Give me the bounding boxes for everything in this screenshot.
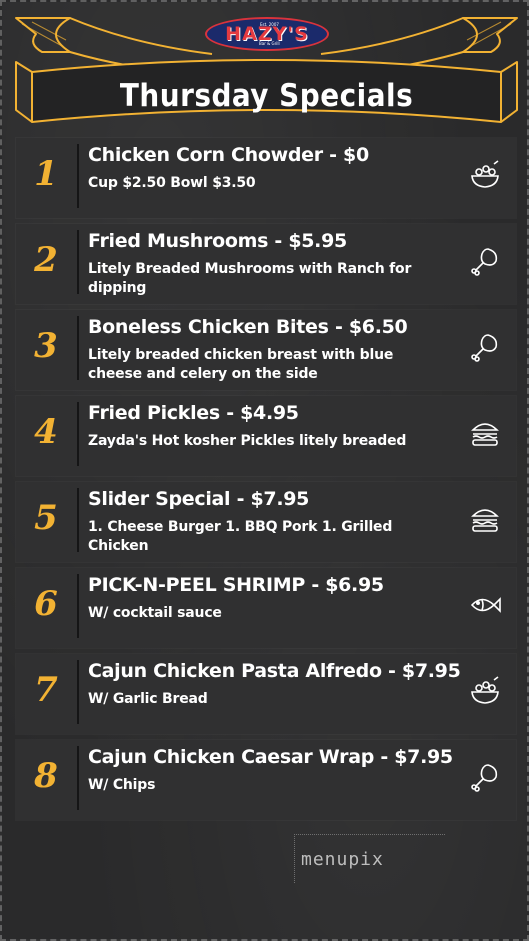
chicken-leg-icon	[468, 330, 502, 364]
item-description: Litely breaded chicken breast with blue …	[88, 347, 394, 382]
item-divider	[77, 660, 79, 724]
menu-item: 3 Boneless Chicken Bites - $6.50 Litely br…	[16, 310, 516, 390]
item-divider	[77, 316, 79, 380]
item-number: 5	[34, 498, 58, 538]
item-number: 3	[34, 326, 58, 366]
item-description: Litely Breaded Mushrooms with Ranch for …	[88, 261, 412, 296]
chicken-leg-icon	[468, 244, 502, 278]
hazys-logo: Est. 2007 HAZY'S Bar & Grill	[205, 17, 329, 51]
fish-icon	[468, 588, 502, 622]
item-description: W/ Chips	[88, 777, 156, 793]
item-title: Boneless Chicken Bites - $6.50	[88, 316, 408, 338]
logo-est-text: Est. 2007	[260, 22, 279, 27]
item-title: Fried Pickles - $4.95	[88, 402, 299, 424]
burger-icon	[468, 416, 502, 450]
menu-item: 2 Fried Mushrooms - $5.95 Litely Breaded M…	[16, 224, 516, 304]
item-title: Slider Special - $7.95	[88, 488, 310, 510]
menu-item: 7 Cajun Chicken Pasta Alfredo - $7.95 W/ G…	[16, 654, 516, 734]
menu-item: 8 Cajun Chicken Caesar Wrap - $7.95 W/ Chi…	[16, 740, 516, 820]
item-number: 8	[34, 756, 58, 796]
item-divider	[77, 230, 79, 294]
item-description: W/ Garlic Bread	[88, 691, 208, 707]
item-description: W/ cocktail sauce	[88, 605, 222, 621]
menu-item: 4 Fried Pickles - $4.95 Zayda's Hot kosher…	[16, 396, 516, 476]
item-number: 7	[34, 670, 58, 710]
item-description: 1. Cheese Burger 1. BBQ Pork 1. Grilled …	[88, 519, 393, 554]
item-description: Zayda's Hot kosher Pickles litely breade…	[88, 433, 407, 449]
menu-item: 6 PICK-N-PEEL SHRIMP - $6.95 W/ cocktail s…	[16, 568, 516, 648]
chicken-leg-icon	[468, 760, 502, 794]
item-number: 1	[34, 154, 58, 194]
item-divider	[77, 574, 79, 638]
item-divider	[77, 402, 79, 466]
logo-sub-text: Bar & Grill	[259, 41, 280, 46]
salad-bowl-icon	[468, 674, 502, 708]
item-title: Chicken Corn Chowder - $0	[88, 144, 369, 166]
item-divider	[77, 746, 79, 810]
salad-bowl-icon	[468, 158, 502, 192]
item-number: 4	[34, 412, 58, 452]
item-description: Cup $2.50 Bowl $3.50	[88, 175, 256, 191]
burger-icon	[468, 502, 502, 536]
item-title: PICK-N-PEEL SHRIMP - $6.95	[88, 574, 384, 596]
item-divider	[77, 144, 79, 208]
item-number: 2	[34, 240, 58, 280]
menupix-watermark: menupix	[294, 834, 445, 883]
watermark-text: menupix	[301, 849, 384, 870]
item-title: Cajun Chicken Caesar Wrap - $7.95	[88, 746, 453, 768]
menu-item: 5 Slider Special - $7.95 1. Cheese Burger …	[16, 482, 516, 562]
item-divider	[77, 488, 79, 552]
item-title: Cajun Chicken Pasta Alfredo - $7.95	[88, 660, 461, 682]
page-title: Thursday Specials	[119, 78, 414, 114]
menu-item: 1 Chicken Corn Chowder - $0 Cup $2.50 Bowl…	[16, 138, 516, 218]
item-title: Fried Mushrooms - $5.95	[88, 230, 347, 252]
item-number: 6	[34, 584, 58, 624]
chalkboard-menu: Est. 2007 HAZY'S Bar & Grill Thursday Sp…	[0, 0, 529, 941]
